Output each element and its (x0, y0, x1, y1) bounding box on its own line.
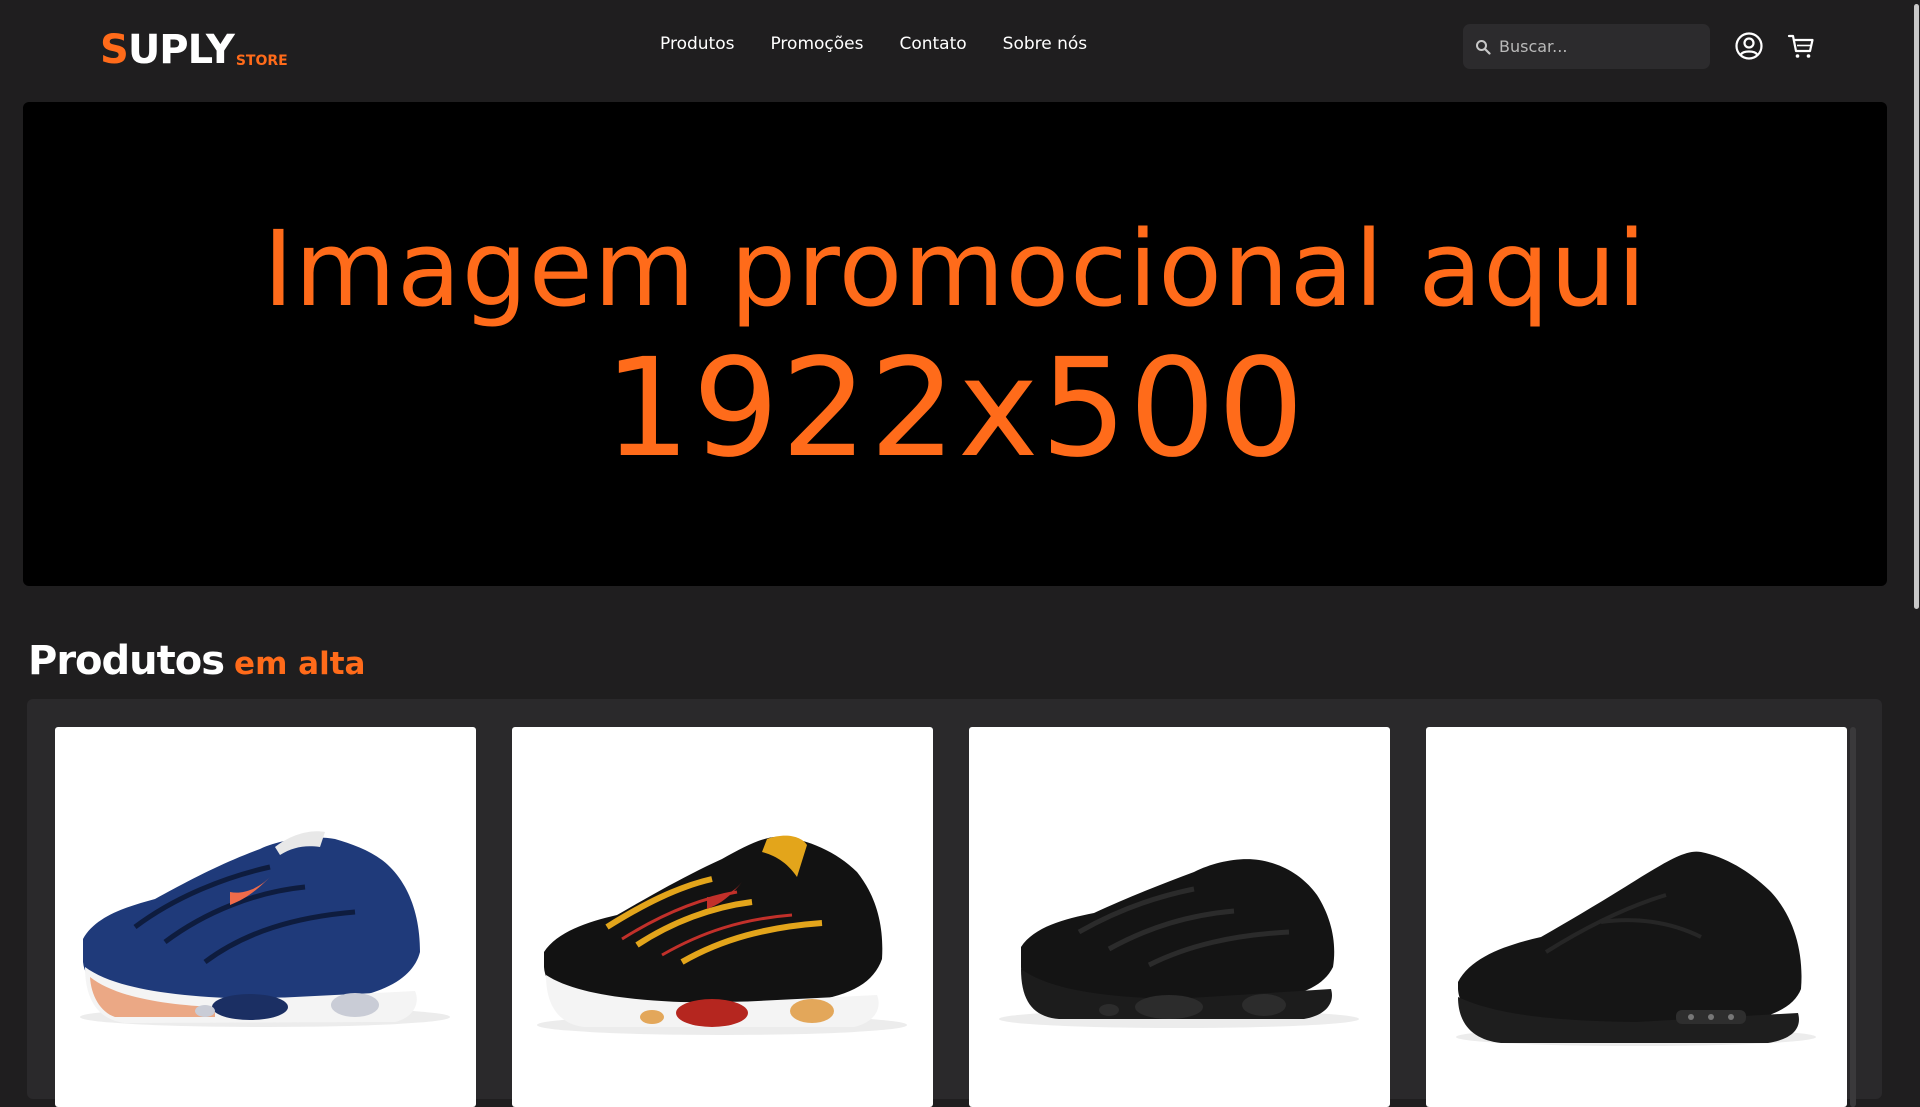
product-card[interactable] (512, 727, 933, 1107)
product-card[interactable] (55, 727, 476, 1107)
cart-button[interactable] (1785, 30, 1817, 62)
nav-item-promocoes[interactable]: Promoções (770, 34, 863, 54)
banner-title: Imagem promocional aqui (263, 208, 1647, 330)
search-icon (1476, 39, 1491, 55)
sneaker-blue-icon (80, 831, 450, 1027)
header: SUPLY STORE Produtos Promoções Contato S… (0, 0, 1920, 92)
logo[interactable]: SUPLY STORE (100, 24, 288, 72)
page-scrollbar-thumb[interactable] (1914, 4, 1919, 609)
user-icon (1735, 32, 1763, 60)
cart-icon (1787, 34, 1814, 58)
sneaker-black-yellow-icon (537, 835, 907, 1035)
banner-size: 1922x500 (603, 330, 1307, 488)
promo-banner[interactable]: Imagem promocional aqui 1922x500 (23, 102, 1887, 586)
logo-sub: STORE (235, 53, 288, 69)
nav-item-produtos[interactable]: Produtos (660, 34, 734, 54)
nav-item-contato[interactable]: Contato (899, 34, 966, 54)
products-carousel (27, 699, 1882, 1107)
account-button[interactable] (1733, 30, 1765, 62)
product-card[interactable] (1426, 727, 1847, 1107)
section-title-main: Produtos (28, 638, 225, 684)
carousel-edge (1850, 727, 1856, 1107)
product-card[interactable] (969, 727, 1390, 1107)
nav-item-sobre-nos[interactable]: Sobre nós (1003, 34, 1088, 54)
section-title: Produtos em alta (28, 638, 365, 684)
logo-name: SUPLY (100, 27, 235, 73)
sneaker-black-90-icon (1456, 851, 1816, 1046)
section-title-accent: em alta (234, 646, 366, 682)
main-nav: Produtos Promoções Contato Sobre nós (660, 34, 1087, 54)
search-input[interactable] (1499, 37, 1699, 56)
sneaker-black-plus-icon (999, 859, 1359, 1028)
search-box (1463, 24, 1710, 69)
